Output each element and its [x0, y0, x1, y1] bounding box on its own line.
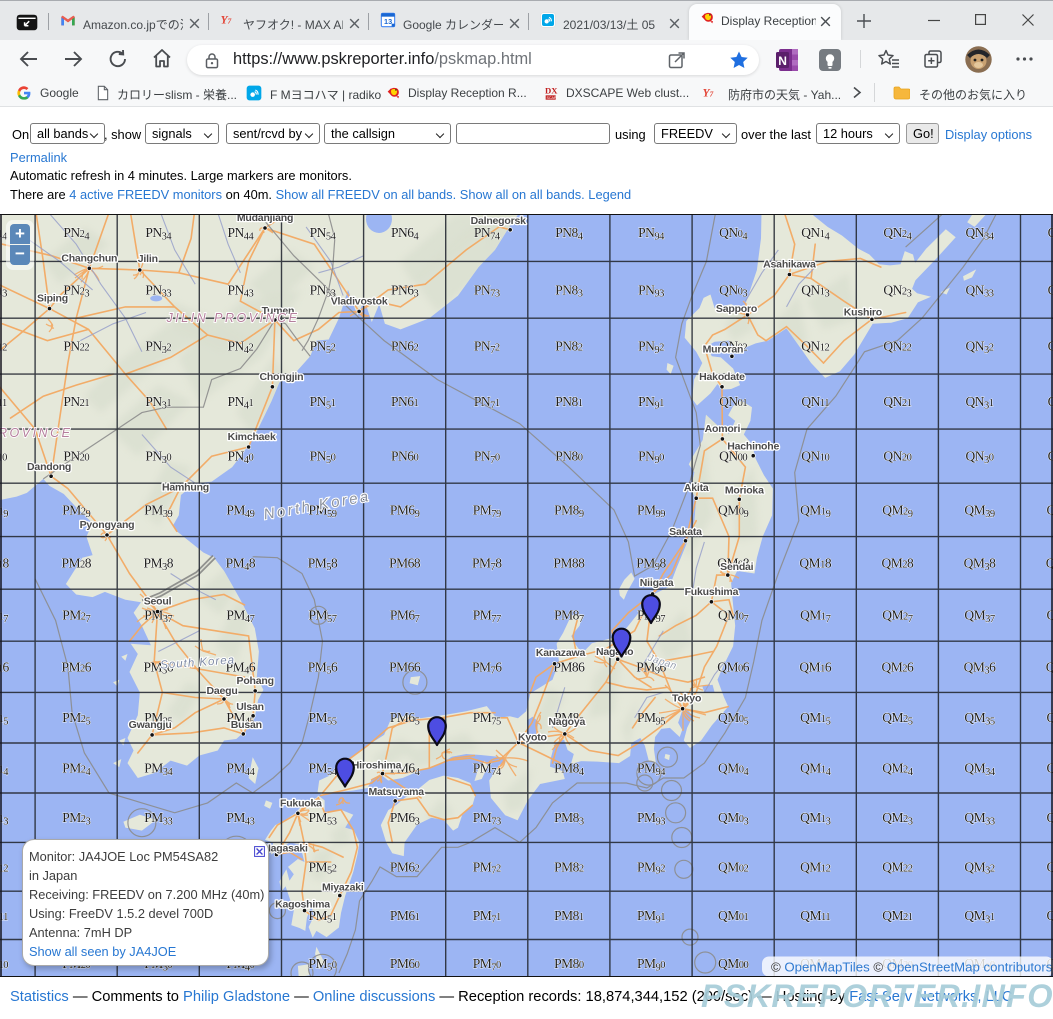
svg-text:Hiroshima: Hiroshima	[352, 760, 402, 772]
svg-text:Mudanjiang: Mudanjiang	[237, 214, 293, 224]
svg-text:Fukuoka: Fukuoka	[280, 797, 322, 809]
svg-text:ROVINCE: ROVINCE	[0, 426, 72, 440]
svg-text:PM26: PM26	[61, 659, 91, 674]
svg-text:Ulsan: Ulsan	[236, 701, 264, 713]
svg-text:PM68: PM68	[389, 555, 421, 570]
svg-text:Niigata: Niigata	[640, 577, 674, 589]
svg-text:Seoul: Seoul	[144, 596, 172, 608]
svg-text:QM06: QM06	[717, 659, 750, 674]
svg-text:Muroran: Muroran	[703, 343, 744, 355]
svg-text:Pohang: Pohang	[237, 675, 274, 687]
svg-text:Tokyo: Tokyo	[672, 693, 701, 705]
svg-text:Matsuyama: Matsuyama	[368, 786, 424, 798]
svg-text:Changchun: Changchun	[61, 252, 117, 264]
svg-text:Pyongyang: Pyongyang	[80, 519, 135, 531]
svg-text:QM36: QM36	[964, 659, 997, 676]
svg-text:PM56: PM56	[308, 659, 338, 676]
svg-text:Busan: Busan	[231, 719, 262, 731]
svg-text:Fukushima: Fukushima	[685, 586, 739, 598]
svg-text:© OpenMapTiles © OpenStreetMap: © OpenMapTiles © OpenStreetMap contribut…	[771, 960, 1053, 975]
svg-text:PM38: PM38	[144, 555, 174, 572]
svg-text:SCAPE: SCAPE	[546, 96, 559, 100]
svg-text:Asahikawa: Asahikawa	[763, 259, 816, 271]
svg-text:Sendai: Sendai	[720, 561, 754, 573]
svg-text:PM76: PM76	[472, 659, 502, 676]
svg-text:Hamhung: Hamhung	[162, 482, 209, 494]
svg-text:PM58: PM58	[308, 555, 338, 572]
svg-text:Jilin: Jilin	[138, 253, 158, 265]
svg-text:PM28: PM28	[61, 555, 91, 570]
svg-text:PM88: PM88	[553, 555, 585, 570]
svg-text:Kyoto: Kyoto	[518, 732, 547, 744]
svg-text:QM18: QM18	[799, 555, 832, 570]
svg-text:Chongjin: Chongjin	[259, 371, 303, 383]
svg-text:Sapporo: Sapporo	[716, 303, 757, 315]
svg-text:PM98: PM98	[636, 555, 666, 572]
svg-text:Siping: Siping	[37, 293, 68, 305]
svg-text:Morioka: Morioka	[725, 484, 764, 496]
svg-text:Aomori: Aomori	[705, 423, 741, 435]
svg-text:13: 13	[384, 17, 392, 26]
svg-text:Kanazawa: Kanazawa	[536, 647, 586, 659]
svg-text:Sakata: Sakata	[669, 526, 702, 538]
svg-text:Nagoya: Nagoya	[548, 716, 585, 728]
svg-text:PM66: PM66	[389, 659, 421, 674]
svg-text:Kagoshima: Kagoshima	[275, 899, 330, 911]
svg-text:Dalnegorsk: Dalnegorsk	[471, 215, 527, 227]
svg-text:Gwangju: Gwangju	[129, 719, 172, 731]
svg-text:QM38: QM38	[964, 555, 997, 572]
svg-text:PM48: PM48	[226, 555, 256, 572]
svg-text:PM86: PM86	[553, 659, 585, 674]
svg-text:Miyazaki: Miyazaki	[322, 882, 364, 894]
svg-text:Vladivostok: Vladivostok	[331, 295, 388, 307]
svg-text:PM78: PM78	[472, 555, 502, 572]
svg-text:QM26: QM26	[882, 659, 915, 674]
svg-text:QM28: QM28	[882, 555, 915, 570]
svg-text:JILIN PROVINCE: JILIN PROVINCE	[166, 311, 300, 325]
svg-text:Daegu: Daegu	[206, 685, 237, 697]
svg-text:Hakodate: Hakodate	[699, 371, 745, 383]
svg-text:Y7: Y7	[221, 14, 232, 26]
svg-text:DX: DX	[545, 86, 558, 96]
svg-text:Kushiro: Kushiro	[844, 306, 882, 318]
svg-text:Dandong: Dandong	[27, 461, 71, 473]
svg-text:Kimchaek: Kimchaek	[228, 431, 276, 443]
svg-text:Nagasaki: Nagasaki	[263, 843, 308, 855]
svg-text:Y7: Y7	[703, 87, 714, 99]
svg-text:Hachinohe: Hachinohe	[727, 441, 779, 453]
svg-text:Akita: Akita	[684, 482, 709, 494]
svg-text:N: N	[778, 54, 787, 68]
svg-text:QM16: QM16	[799, 659, 832, 674]
